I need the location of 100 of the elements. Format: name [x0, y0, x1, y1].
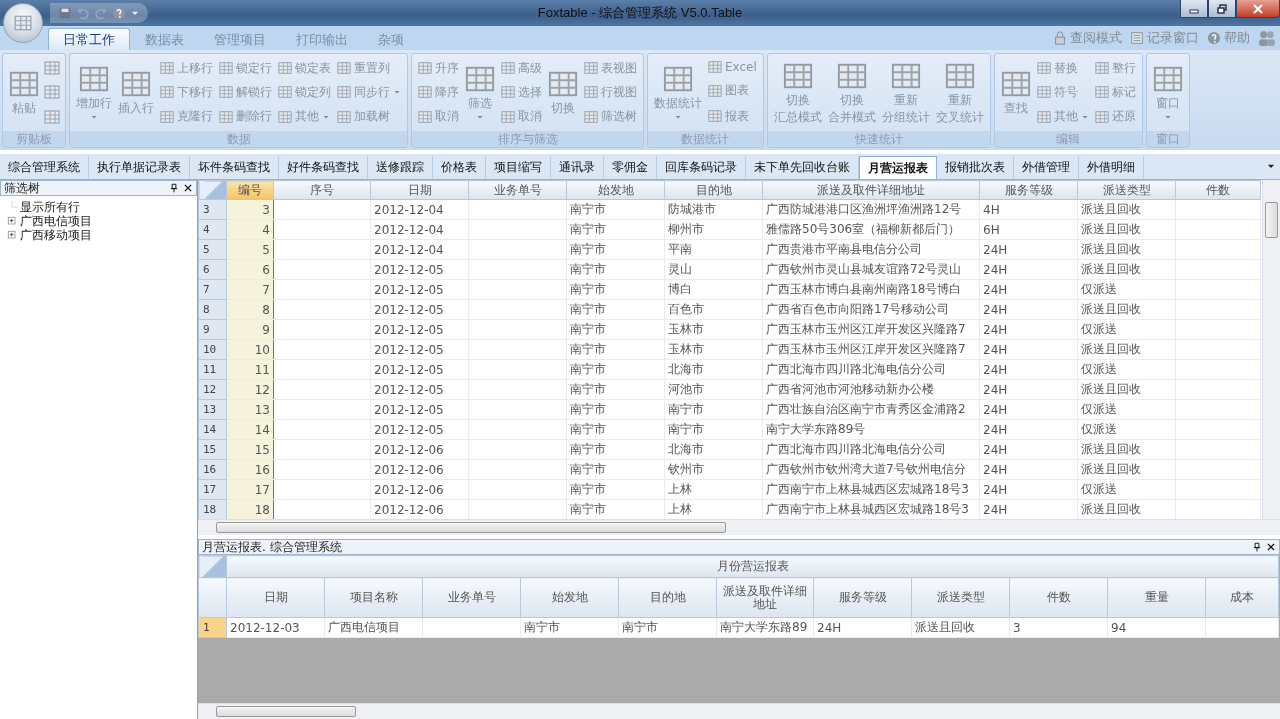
grid-icon [219, 61, 233, 76]
pin-icon[interactable] [169, 183, 179, 193]
row-header[interactable]: 8 [198, 299, 227, 320]
document-tab[interactable]: 通讯录 [551, 156, 604, 179]
column-header[interactable]: 业务单号 [422, 577, 521, 618]
column-header[interactable]: 日期 [370, 180, 469, 200]
grid-icon [708, 60, 722, 75]
grid-icon [418, 61, 432, 76]
expand-icon[interactable] [6, 215, 18, 227]
grid-icon [160, 61, 174, 76]
grid-icon[interactable] [44, 108, 60, 125]
column-header[interactable]: 服务等级 [979, 180, 1078, 200]
document-tab[interactable]: 零佣金 [604, 156, 657, 179]
row-header[interactable]: 12 [198, 379, 227, 400]
document-tab[interactable]: 项目缩写 [486, 156, 551, 179]
document-tab[interactable]: 综合管理系统 [0, 156, 89, 179]
pin-icon[interactable] [1252, 542, 1262, 552]
document-tab[interactable]: 外借明细 [1079, 156, 1144, 179]
column-header[interactable]: 目的地 [664, 180, 763, 200]
column-header[interactable]: 件数 [1009, 577, 1108, 618]
grid-icon [708, 84, 722, 98]
grid-icon [548, 69, 578, 99]
grid-icon [418, 109, 432, 124]
vertical-scrollbar[interactable] [1262, 180, 1280, 519]
horizontal-scrollbar[interactable] [198, 519, 1280, 535]
grid-icon [501, 61, 515, 76]
close-button[interactable] [1236, 0, 1280, 18]
close-icon[interactable] [183, 183, 193, 193]
grid-icon [418, 85, 432, 100]
document-tab[interactable]: 回库条码记录 [657, 156, 746, 179]
lock-icon [1053, 31, 1067, 45]
document-tab[interactable]: 执行单据记录表 [89, 156, 190, 179]
grid-icon [337, 61, 351, 76]
document-tab[interactable]: 送修跟踪 [368, 156, 433, 179]
row-header[interactable]: 14 [198, 419, 227, 440]
column-header[interactable]: 项目名称 [324, 577, 423, 618]
document-tab[interactable]: 坏件条码查找 [190, 156, 279, 179]
table-caption: 月份营运报表 [226, 555, 1279, 578]
grid-icon [9, 69, 39, 99]
save-icon[interactable] [58, 6, 72, 20]
column-header[interactable]: 件数 [1175, 180, 1261, 200]
grid-icon [1036, 109, 1051, 124]
row-header[interactable]: 17 [198, 479, 227, 500]
horizontal-scrollbar[interactable] [198, 703, 1280, 719]
row-header[interactable]: 11 [198, 359, 227, 380]
column-header[interactable]: 派送及取件详细地址 [716, 577, 814, 618]
grid-icon [708, 109, 722, 124]
ribbon-tab[interactable]: 日常工作 [48, 28, 130, 50]
minimize-button[interactable] [1180, 0, 1208, 18]
row-header[interactable]: 3 [198, 199, 227, 220]
column-header[interactable]: 重量 [1107, 577, 1206, 618]
column-header[interactable]: 业务单号 [468, 180, 567, 200]
document-tab[interactable]: 好件条码查找 [279, 156, 368, 179]
column-header[interactable]: 派送类型 [1077, 180, 1176, 200]
row-header[interactable]: 16 [198, 459, 227, 480]
document-tab[interactable]: 月营运报表 [859, 156, 937, 179]
document-tab[interactable]: 报销批次表 [937, 156, 1014, 179]
expand-icon[interactable] [6, 229, 18, 241]
row-header[interactable]: 13 [198, 399, 227, 420]
grid-icon[interactable] [44, 60, 60, 77]
grid-icon [278, 61, 292, 76]
document-tab[interactable]: 价格表 [433, 156, 486, 179]
column-header[interactable]: 编号 [226, 180, 274, 200]
grid-icon [584, 109, 598, 124]
window-title: Foxtable - 综合管理系统 V5.0.Table [537, 4, 743, 22]
grid-icon [584, 85, 598, 100]
grid-icon [160, 109, 174, 124]
grid-icon [1152, 64, 1183, 94]
grid-icon [337, 85, 351, 100]
grid-icon [1036, 61, 1051, 76]
grid-icon [337, 109, 351, 124]
grid-icon [501, 109, 515, 124]
users-icon[interactable] [1258, 29, 1276, 47]
grid-icon [1094, 61, 1109, 76]
column-header[interactable]: 序号 [273, 180, 371, 200]
row-header[interactable]: 9 [198, 319, 227, 340]
document-tab[interactable]: 外借管理 [1014, 156, 1079, 179]
row-header[interactable]: 6 [198, 259, 227, 280]
row-header[interactable]: 5 [198, 239, 227, 260]
restore-button[interactable] [1208, 0, 1236, 18]
row-header[interactable]: 10 [198, 339, 227, 360]
column-header[interactable]: 派送类型 [911, 577, 1010, 618]
row-header[interactable]: 1 [198, 617, 227, 638]
row-header[interactable]: 18 [198, 499, 227, 519]
grid-icon[interactable] [44, 84, 60, 101]
restore-icon [1217, 3, 1227, 14]
column-header[interactable]: 目的地 [618, 577, 717, 618]
grid-icon [501, 85, 515, 100]
column-header[interactable]: 成本 [1205, 577, 1279, 618]
column-header[interactable]: 派送及取件详细地址 [762, 180, 980, 200]
grid-icon [1094, 109, 1109, 124]
column-header[interactable]: 服务等级 [813, 577, 912, 618]
close-icon[interactable] [1266, 542, 1276, 552]
column-header[interactable]: 始发地 [566, 180, 665, 200]
row-header[interactable]: 15 [198, 439, 227, 460]
grid-icon [663, 64, 693, 94]
column-header[interactable]: 日期 [226, 577, 325, 618]
row-header[interactable]: 4 [198, 219, 227, 240]
row-header[interactable]: 7 [198, 279, 227, 300]
column-header[interactable]: 始发地 [520, 577, 619, 618]
